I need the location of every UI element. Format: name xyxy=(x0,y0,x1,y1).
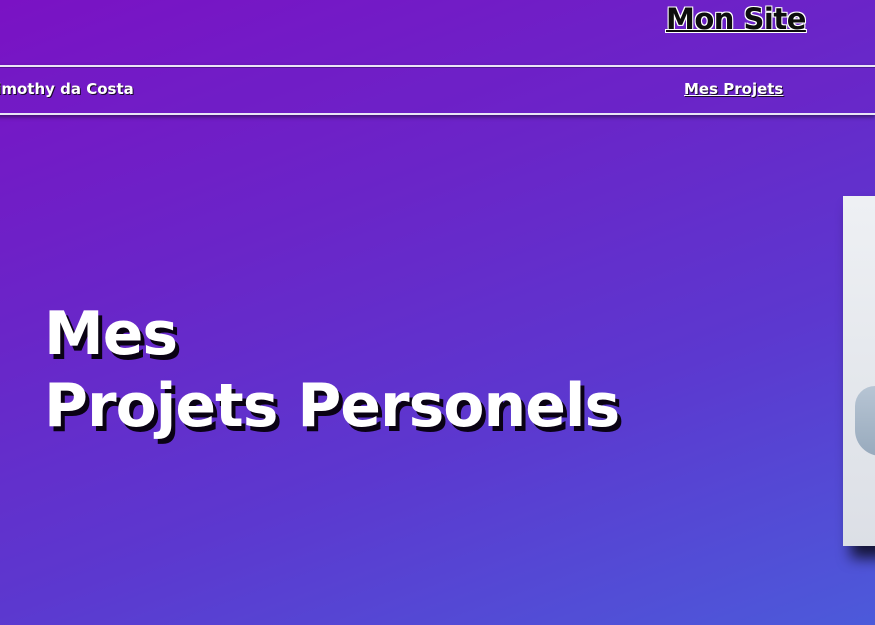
hero-heading: Mes Projets Personels xyxy=(44,298,620,442)
photo-person-silhouette xyxy=(855,386,875,456)
nav-owner-name: Timothy da Costa xyxy=(0,80,134,98)
hero-heading-line-2: Projets Personels xyxy=(44,371,620,441)
nav-bar: Timothy da Costa Mes Projets xyxy=(0,65,875,115)
site-title-link[interactable]: Mon Site xyxy=(666,2,806,36)
nav-link-projects[interactable]: Mes Projets xyxy=(684,80,783,98)
hero-heading-line-1: Mes xyxy=(44,299,178,369)
profile-photo xyxy=(843,196,875,546)
